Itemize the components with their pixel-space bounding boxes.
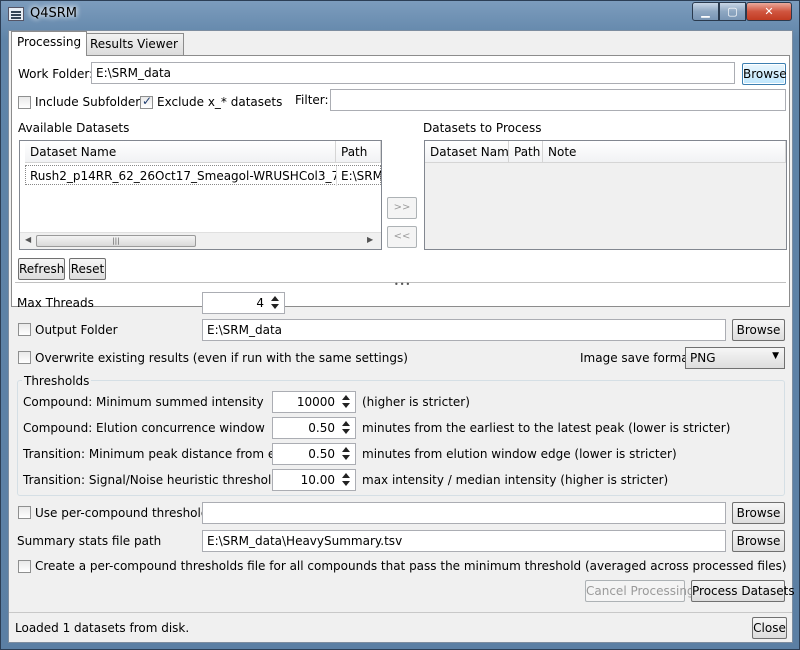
include-subfolders-checkbox[interactable] bbox=[18, 96, 31, 109]
tab-results-viewer[interactable]: Results Viewer bbox=[84, 33, 184, 55]
max-threads-label: Max Threads bbox=[17, 296, 94, 310]
per-compound-label: Use per-compound thresholds bbox=[35, 506, 215, 520]
remove-dataset-button[interactable]: << bbox=[387, 226, 417, 248]
chevron-down-icon: ▼ bbox=[772, 351, 779, 361]
available-datasets-grid[interactable]: Dataset Name Path Rush2_p14RR_62_26Oct17… bbox=[19, 140, 382, 250]
output-folder-label: Output Folder bbox=[35, 323, 118, 337]
maximize-button[interactable]: ▢ bbox=[719, 2, 746, 21]
minimize-icon: ▁ bbox=[701, 5, 710, 18]
overwrite-checkbox[interactable] bbox=[18, 351, 31, 364]
output-folder-browse-button[interactable]: Browse bbox=[732, 319, 785, 341]
horizontal-scrollbar[interactable]: ◀ ||| ▶ bbox=[20, 232, 381, 249]
exclude-x-label: Exclude x_* datasets bbox=[157, 95, 283, 109]
threshold-label: Compound: Minimum summed intensity bbox=[23, 395, 264, 409]
app-window: Q4SRM ▁ ▢ ✕ Processing Results Viewer Wo… bbox=[0, 0, 800, 650]
signal-noise-stepper[interactable]: 10.00 bbox=[272, 469, 356, 491]
image-format-select[interactable]: PNG ▼ bbox=[685, 347, 785, 369]
threshold-label: Compound: Elution concurrence window bbox=[23, 421, 265, 435]
column-header-path[interactable]: Path bbox=[336, 141, 381, 163]
work-folder-browse-button[interactable]: Browse bbox=[742, 63, 787, 85]
status-message: Loaded 1 datasets from disk. bbox=[15, 621, 190, 635]
title-bar[interactable]: Q4SRM ▁ ▢ ✕ bbox=[1, 1, 799, 29]
dataset-path-cell: E:\SRM_ bbox=[341, 169, 382, 183]
threshold-note: max intensity / median intensity (higher… bbox=[362, 473, 669, 487]
tab-processing[interactable]: Processing bbox=[11, 31, 88, 56]
grip-icon: ••• bbox=[394, 280, 412, 289]
threshold-label: Transition: Minimum peak distance from e… bbox=[23, 447, 298, 461]
include-subfolders-label: Include Subfolders bbox=[35, 95, 147, 109]
close-icon: ✕ bbox=[764, 5, 774, 18]
scroll-right-icon[interactable]: ▶ bbox=[367, 235, 373, 244]
column-header-path[interactable]: Path bbox=[509, 141, 543, 163]
splitter[interactable]: ••• bbox=[9, 280, 792, 289]
overwrite-label: Overwrite existing results (even if run … bbox=[35, 351, 408, 365]
filter-label: Filter: bbox=[295, 93, 329, 107]
column-header-dataset-name[interactable]: Dataset Name bbox=[425, 141, 509, 163]
datasets-to-process-grid[interactable]: Dataset Name Path Note bbox=[424, 140, 787, 250]
per-compound-input[interactable] bbox=[202, 502, 726, 524]
process-datasets-button[interactable]: Process Datasets bbox=[691, 580, 795, 602]
cancel-processing-button[interactable]: Cancel Processing bbox=[585, 580, 695, 602]
datasets-to-process-label: Datasets to Process bbox=[423, 121, 542, 135]
create-thresholds-label: Create a per-compound thresholds file fo… bbox=[35, 559, 787, 573]
summary-path-label: Summary stats file path bbox=[17, 534, 162, 548]
scroll-left-icon[interactable]: ◀ bbox=[25, 235, 31, 244]
image-format-label: Image save format bbox=[580, 351, 694, 365]
window-title: Q4SRM bbox=[30, 6, 78, 21]
elution-window-stepper[interactable]: 0.50 bbox=[272, 417, 356, 439]
per-compound-checkbox[interactable] bbox=[18, 506, 31, 519]
threshold-note: (higher is stricter) bbox=[362, 395, 470, 409]
column-header-dataset-name[interactable]: Dataset Name bbox=[25, 141, 336, 163]
add-dataset-button[interactable]: >> bbox=[387, 197, 417, 219]
threshold-label: Transition: Signal/Noise heuristic thres… bbox=[23, 473, 279, 487]
filter-input[interactable] bbox=[330, 89, 786, 111]
minimize-button[interactable]: ▁ bbox=[692, 2, 719, 21]
close-window-button[interactable]: ✕ bbox=[746, 2, 792, 21]
refresh-button[interactable]: Refresh bbox=[18, 258, 65, 280]
min-intensity-stepper[interactable]: 10000 bbox=[272, 391, 356, 413]
exclude-x-checkbox[interactable] bbox=[140, 94, 153, 109]
table-row[interactable]: Rush2_p14RR_62_26Oct17_Smeagol-WRUSHCol3… bbox=[25, 165, 382, 186]
summary-path-input[interactable]: E:\SRM_data\HeavySummary.tsv bbox=[202, 530, 726, 552]
work-folder-label: Work Folder: bbox=[18, 67, 94, 81]
per-compound-browse-button[interactable]: Browse bbox=[732, 502, 785, 524]
processing-panel: Work Folder: E:\SRM_data Browse Include … bbox=[11, 55, 790, 307]
image-format-value: PNG bbox=[690, 351, 716, 365]
peak-distance-stepper[interactable]: 0.50 bbox=[272, 443, 356, 465]
output-folder-checkbox[interactable] bbox=[18, 323, 31, 336]
available-datasets-label: Available Datasets bbox=[18, 121, 130, 135]
close-button[interactable]: Close bbox=[752, 617, 787, 639]
maximize-icon: ▢ bbox=[727, 5, 738, 18]
thresholds-title: Thresholds bbox=[22, 374, 92, 388]
dataset-name-cell: Rush2_p14RR_62_26Oct17_Smeagol-WRUSHCol3… bbox=[26, 166, 337, 186]
reset-button[interactable]: Reset bbox=[69, 258, 106, 280]
summary-browse-button[interactable]: Browse bbox=[732, 530, 785, 552]
threshold-note: minutes from elution window edge (lower … bbox=[362, 447, 677, 461]
create-thresholds-checkbox[interactable] bbox=[18, 560, 31, 573]
threshold-note: minutes from the earliest to the latest … bbox=[362, 421, 731, 435]
output-folder-input[interactable]: E:\SRM_data bbox=[202, 319, 726, 341]
scrollbar-thumb[interactable]: ||| bbox=[36, 235, 196, 247]
status-bar: Loaded 1 datasets from disk. Close bbox=[9, 612, 792, 642]
app-icon bbox=[8, 7, 24, 21]
max-threads-stepper[interactable]: 4 bbox=[202, 292, 285, 314]
client-area: Processing Results Viewer Work Folder: E… bbox=[8, 30, 795, 643]
work-folder-input[interactable]: E:\SRM_data bbox=[91, 62, 735, 84]
column-header-note[interactable]: Note bbox=[543, 141, 786, 163]
